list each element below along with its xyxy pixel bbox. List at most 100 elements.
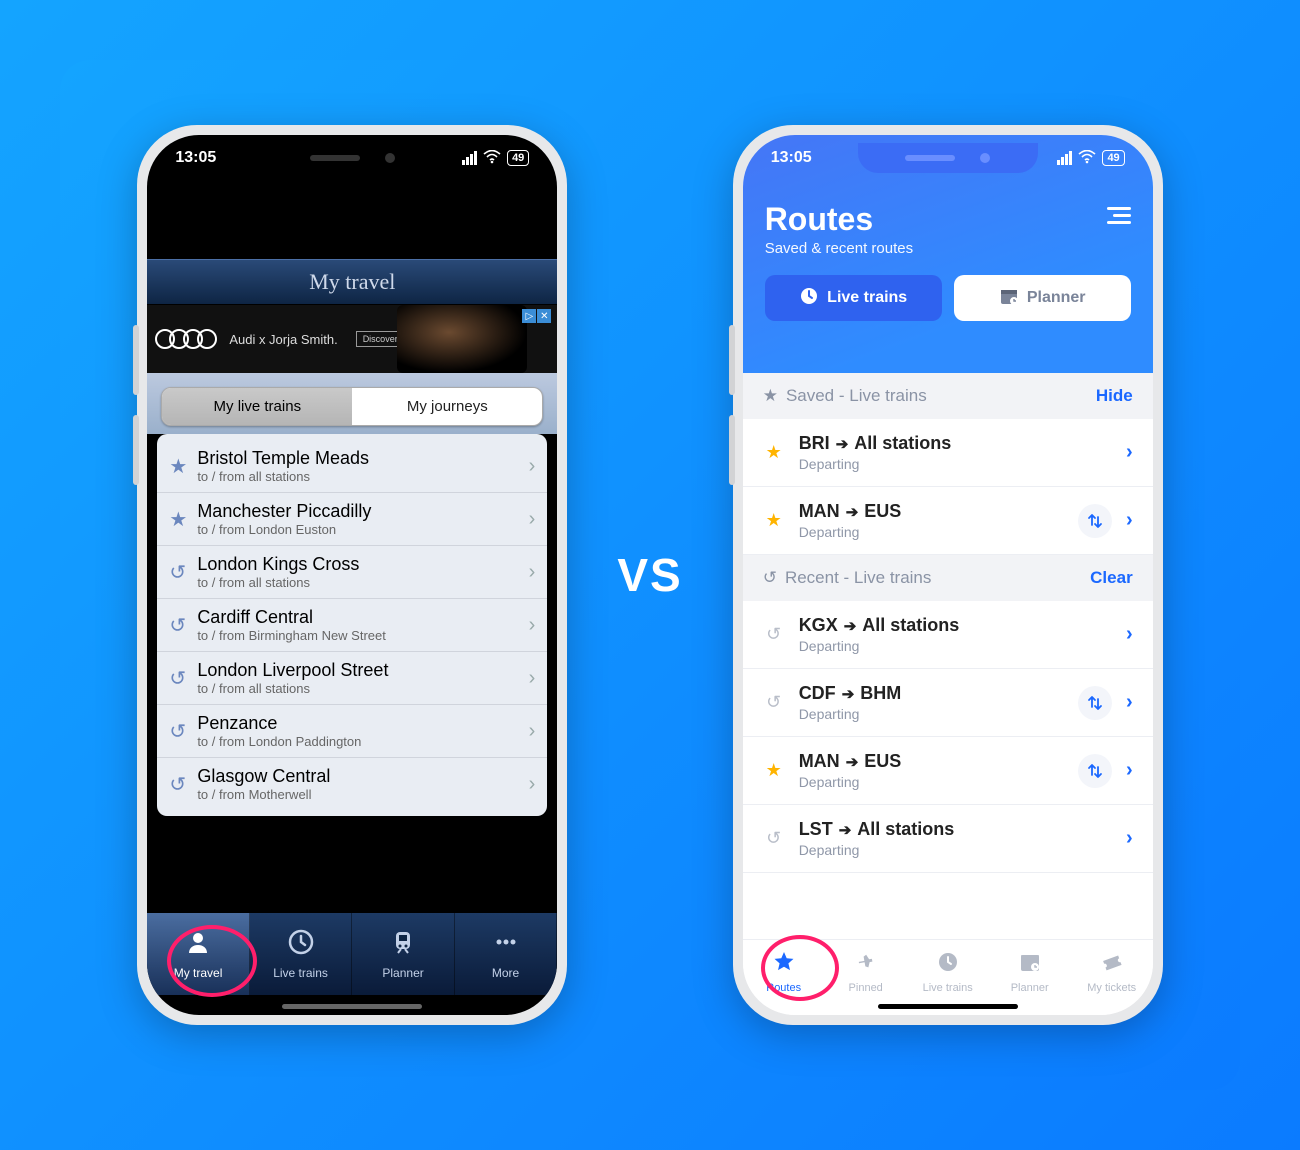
station-name: Cardiff Central <box>197 607 528 628</box>
list-item[interactable]: ★ Bristol Temple Meads to / from all sta… <box>157 440 547 493</box>
route-item[interactable]: ↺ KGX ➔ All stations Departing › <box>743 601 1153 669</box>
tab-planner[interactable]: Planner <box>989 940 1071 1005</box>
route-item[interactable]: ↺LST➔All stationsDeparting› <box>743 805 1153 873</box>
arrow-icon: ➔ <box>846 753 859 771</box>
page-title: My travel <box>147 259 557 305</box>
adchoices-icon[interactable]: ▷✕ <box>521 309 551 323</box>
status-time: 13:05 <box>175 149 216 167</box>
route-sub: Departing <box>799 842 1112 858</box>
station-name: Penzance <box>197 713 528 734</box>
star-icon: ★ <box>763 386 778 406</box>
calendar-icon <box>1019 951 1041 979</box>
ad-text: Audi x Jorja Smith. <box>229 332 337 347</box>
station-name: Manchester Piccadilly <box>197 501 528 522</box>
hide-button[interactable]: Hide <box>1096 386 1133 406</box>
clear-button[interactable]: Clear <box>1090 568 1133 588</box>
tab-my-travel[interactable]: My travel <box>147 913 250 995</box>
chevron-right-icon: › <box>1126 623 1133 646</box>
from-code: BRI <box>799 433 830 454</box>
chevron-right-icon: › <box>1126 691 1133 714</box>
arrow-icon: ➔ <box>844 617 857 635</box>
route-item[interactable]: ★BRI➔All stationsDeparting› <box>743 419 1153 487</box>
from-code: KGX <box>799 615 838 636</box>
chevron-right-icon: › <box>529 561 536 584</box>
vs-label: VS <box>617 548 682 602</box>
route-item[interactable]: ★MAN➔EUSDeparting› <box>743 737 1153 805</box>
home-indicator[interactable] <box>878 1004 1018 1009</box>
tab-my-journeys[interactable]: My journeys <box>352 388 542 425</box>
star-icon: ★ <box>763 510 785 531</box>
tab-live-trains[interactable]: Live trains <box>765 275 942 321</box>
to-code: EUS <box>864 501 901 522</box>
section-label: Saved - Live trains <box>786 386 927 406</box>
swap-button[interactable] <box>1078 686 1112 720</box>
tab-label: Routes <box>766 982 801 994</box>
chevron-right-icon: › <box>529 667 536 690</box>
route-sub: Departing <box>799 638 1112 654</box>
home-indicator[interactable] <box>282 1004 422 1009</box>
tab-label: Planner <box>1011 982 1049 994</box>
station-sub: to / from all stations <box>197 469 528 484</box>
arrow-icon: ➔ <box>836 435 849 453</box>
list-item[interactable]: ↺ Cardiff Central to / from Birmingham N… <box>157 599 547 652</box>
station-sub: to / from Motherwell <box>197 787 528 802</box>
to-code: BHM <box>860 683 901 704</box>
battery-icon: 49 <box>507 150 529 166</box>
chevron-right-icon: › <box>1126 827 1133 850</box>
tab-label: My tickets <box>1087 982 1136 994</box>
tab-planner[interactable]: Planner <box>352 913 455 995</box>
from-code: LST <box>799 819 833 840</box>
ad-banner[interactable]: Audi x Jorja Smith. Discover more ▷✕ <box>147 305 557 373</box>
chevron-right-icon: › <box>529 508 536 531</box>
clock-icon <box>288 929 314 962</box>
audi-logo-icon <box>161 329 217 349</box>
chevron-right-icon: › <box>529 455 536 478</box>
chevron-right-icon: › <box>1126 759 1133 782</box>
route-item[interactable]: ↺CDF➔BHMDeparting› <box>743 669 1153 737</box>
section-recent: ↺ Recent - Live trains Clear <box>743 555 1153 601</box>
page-subtitle: Saved & recent routes <box>765 240 1131 257</box>
tab-my-tickets[interactable]: My tickets <box>1071 940 1153 1005</box>
arrow-icon: ➔ <box>842 685 855 703</box>
saved-list: ★BRI➔All stationsDeparting›★MAN➔EUSDepar… <box>743 419 1153 555</box>
tab-more[interactable]: More <box>455 913 558 995</box>
train-icon <box>390 929 416 962</box>
list-item[interactable]: ↺ London Liverpool Street to / from all … <box>157 652 547 705</box>
menu-icon[interactable] <box>1107 207 1131 224</box>
chevron-right-icon: › <box>1126 509 1133 532</box>
chevron-right-icon: › <box>529 773 536 796</box>
recent-list: ↺KGX➔All stationsDeparting›↺CDF➔BHMDepar… <box>743 601 1153 873</box>
chevron-right-icon: › <box>1126 441 1133 464</box>
list-item[interactable]: ↺ Penzance to / from London Paddington › <box>157 705 547 758</box>
tab-label: Pinned <box>849 982 883 994</box>
history-icon: ↺ <box>763 692 785 713</box>
tab-label: More <box>492 966 519 980</box>
chevron-right-icon: › <box>529 614 536 637</box>
history-icon: ↺ <box>169 772 197 797</box>
section-label: Recent - Live trains <box>785 568 931 588</box>
tab-live-trains[interactable]: Live trains <box>907 940 989 1005</box>
history-icon: ↺ <box>763 624 785 645</box>
list-item[interactable]: ↺ London Kings Cross to / from all stati… <box>157 546 547 599</box>
signal-icon <box>1057 151 1072 165</box>
swap-button[interactable] <box>1078 754 1112 788</box>
arrow-icon: ➔ <box>846 503 859 521</box>
tab-planner[interactable]: Planner <box>954 275 1131 321</box>
list-item[interactable]: ↺ Glasgow Central to / from Motherwell › <box>157 758 547 810</box>
history-icon: ↺ <box>169 666 197 691</box>
station-sub: to / from Birmingham New Street <box>197 628 528 643</box>
stations-list: ★ Bristol Temple Meads to / from all sta… <box>157 434 547 816</box>
battery-icon: 49 <box>1102 150 1124 166</box>
tab-live-trains[interactable]: Live trains <box>250 913 353 995</box>
star-icon: ★ <box>763 760 785 781</box>
list-item[interactable]: ★ Manchester Piccadilly to / from London… <box>157 493 547 546</box>
to-code: All stations <box>862 615 959 636</box>
tab-pinned[interactable]: Pinned <box>825 940 907 1005</box>
tab-routes[interactable]: Routes <box>743 940 825 1005</box>
tab-my-live-trains[interactable]: My live trains <box>162 388 352 425</box>
tab-bar: My travel Live trains Planner More <box>147 913 557 995</box>
segment-control: My live trains My journeys <box>161 387 543 426</box>
route-item[interactable]: ★MAN➔EUSDeparting› <box>743 487 1153 555</box>
history-icon: ↺ <box>169 560 197 585</box>
swap-button[interactable] <box>1078 504 1112 538</box>
